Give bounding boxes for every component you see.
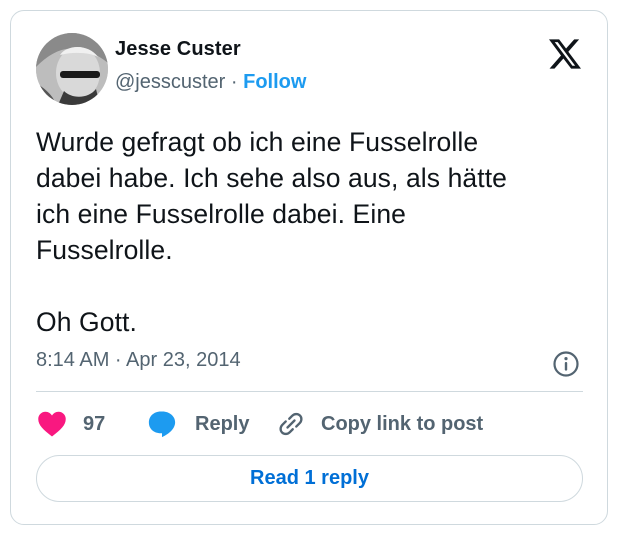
x-logo-icon[interactable] [549,39,581,69]
handle-separator: · [225,71,244,93]
tweet-text: Wurde gefragt ob ich eine Fusselrolle da… [36,127,508,337]
avatar-photo [36,33,108,105]
copy-link-button[interactable]: Copy link to post [277,409,483,439]
divider [36,391,583,392]
read-replies-button[interactable]: Read 1 reply [36,455,583,502]
speech-bubble-icon [148,411,176,438]
like-button[interactable]: 97 [37,409,105,439]
avatar[interactable] [36,33,108,105]
copy-link-label: Copy link to post [321,412,484,435]
author-handle-row: @jesscuster · Follow [115,71,306,94]
link-icon [279,412,303,436]
tweet-card: Jesse Custer @jesscuster · Follow Wurde … [10,10,608,525]
reply-button[interactable]: Reply [147,409,249,439]
author-handle[interactable]: @jesscuster [115,71,225,93]
info-icon[interactable] [552,350,580,378]
author-name[interactable]: Jesse Custer [115,38,241,61]
heart-icon [38,411,66,437]
follow-link[interactable]: Follow [243,71,306,93]
tweet-timestamp[interactable]: 8:14 AM · Apr 23, 2014 [36,349,241,372]
reply-label: Reply [195,412,250,435]
like-count: 97 [83,412,106,435]
